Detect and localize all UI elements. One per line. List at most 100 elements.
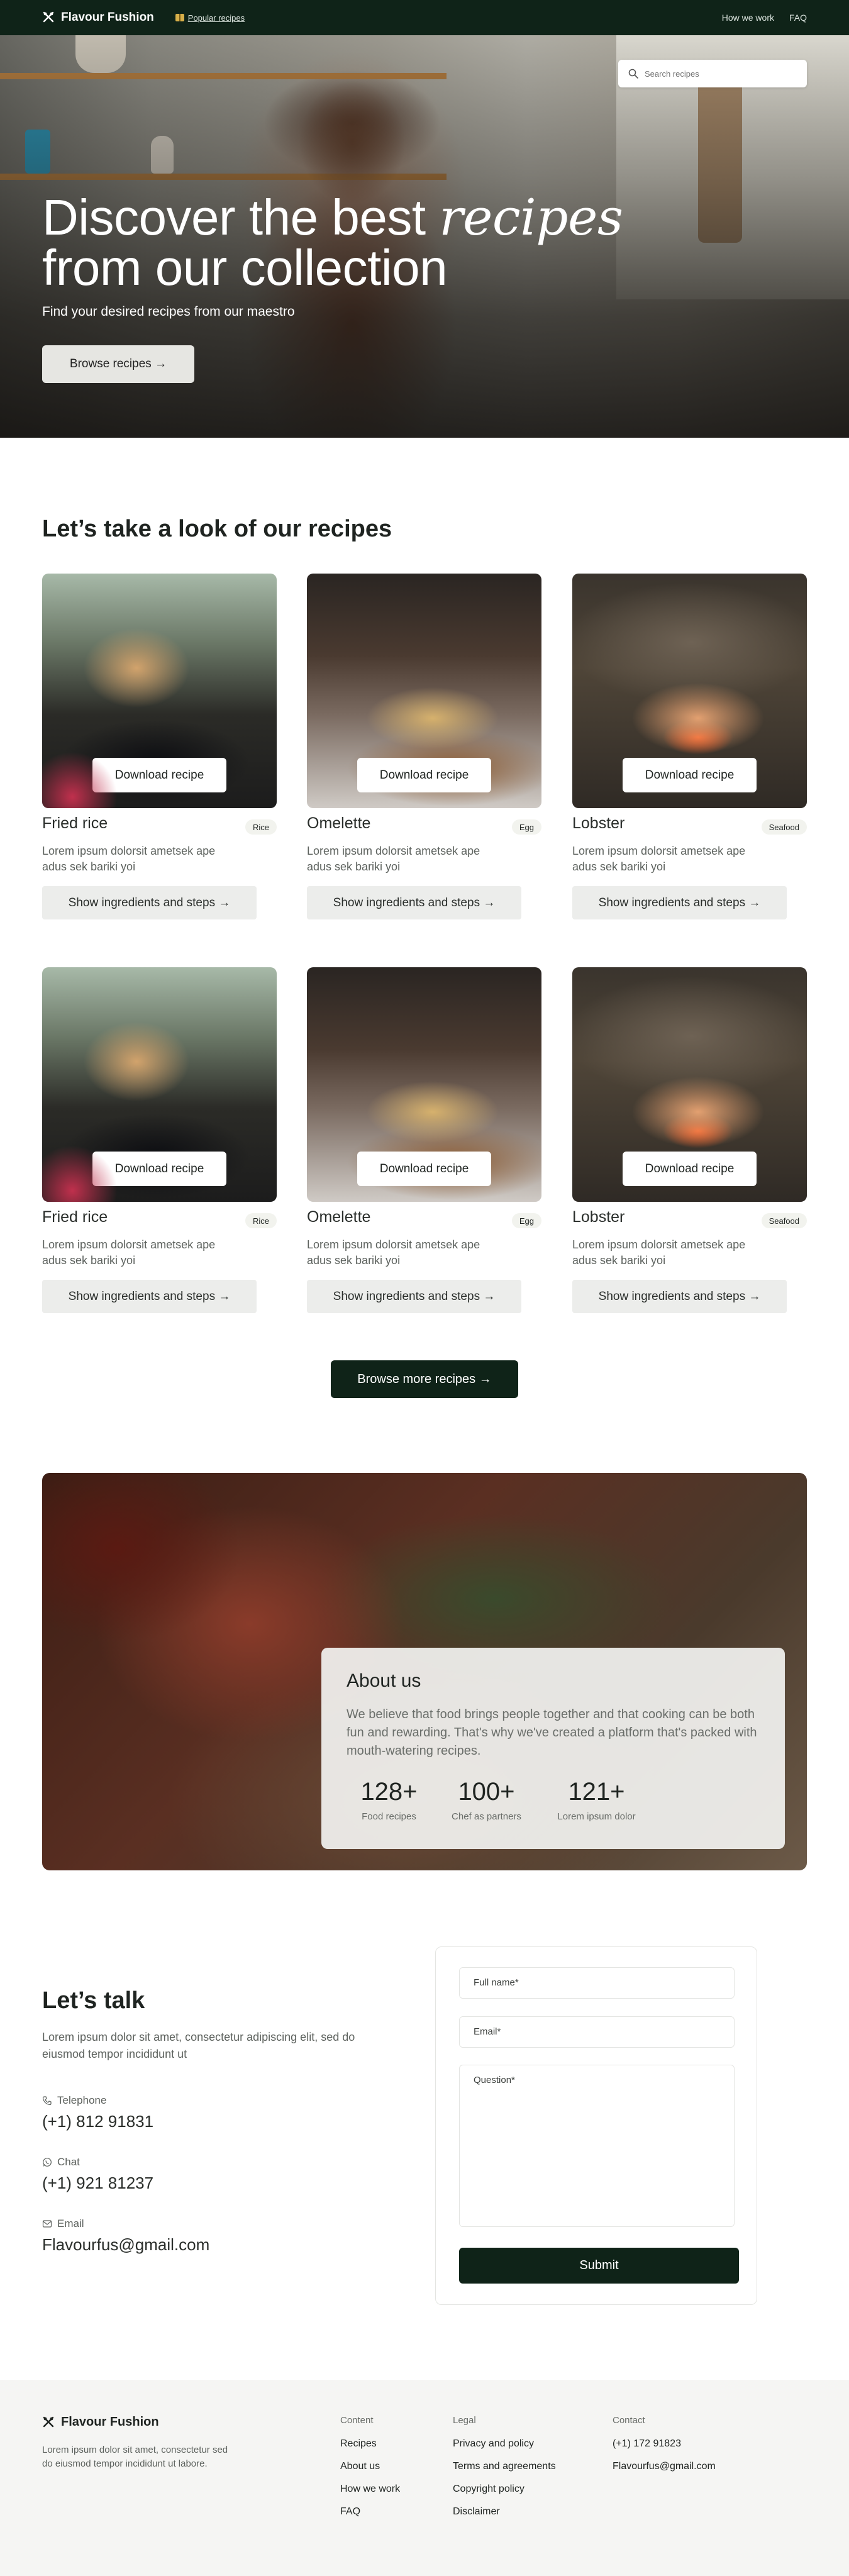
search-box[interactable]	[618, 60, 807, 87]
footer-description: Lorem ipsum dolor sit amet, consectetur …	[42, 2445, 228, 2469]
contact-value[interactable]: Flavourfus@gmail.com	[42, 2235, 209, 2255]
footer-column-legal: Legal Privacy and policy Terms and agree…	[453, 2415, 556, 2529]
recipe-category-badge: Egg	[511, 1213, 541, 1228]
footer-link-privacy[interactable]: Privacy and policy	[453, 2438, 556, 2461]
recipe-card: Download recipe Fried rice Rice Lorem ipsum…	[42, 967, 277, 1313]
recipe-card: Download recipe Fried rice Rice Lorem ipsum…	[42, 574, 277, 919]
hero-title-line2: from our collection	[42, 240, 448, 296]
recipe-card: Download recipe Omelette Egg Lorem ipsum do…	[307, 967, 541, 1313]
stat-value: 100+	[458, 1778, 515, 1806]
question-field[interactable]: Question*	[459, 2065, 735, 2227]
recipe-image-lobster[interactable]: Download recipe	[572, 574, 807, 808]
recipe-category-badge: Egg	[511, 819, 541, 835]
footer-link-faq[interactable]: FAQ	[340, 2506, 400, 2529]
recipe-description: Lorem ipsum dolorsit ametsek ape adus se…	[307, 845, 480, 873]
phone-icon	[42, 2096, 52, 2106]
browse-more-recipes-button[interactable]: Browse more recipes →	[331, 1360, 518, 1398]
nav-links: How we work FAQ	[722, 13, 807, 23]
footer-brand[interactable]: Flavour Fushion	[42, 2415, 159, 2429]
footer-link-recipes[interactable]: Recipes	[340, 2438, 400, 2461]
footer-link-copyright[interactable]: Copyright policy	[453, 2484, 556, 2506]
show-ingredients-button[interactable]: Show ingredients and steps →	[42, 1280, 257, 1313]
download-recipe-button[interactable]: Download recipe	[92, 1152, 226, 1186]
hero-title: Discover the best recipes from our colle…	[42, 192, 623, 293]
recipe-category-badge: Seafood	[761, 819, 807, 835]
utensils-icon	[43, 2416, 54, 2427]
contact-title: Let’s talk	[42, 1987, 145, 2014]
contact-label-text: Telephone	[57, 2094, 107, 2106]
footer-link-how-we-work[interactable]: How we work	[340, 2484, 400, 2506]
download-recipe-button[interactable]: Download recipe	[92, 758, 226, 792]
about-section: About us We believe that food brings peo…	[42, 1473, 807, 1870]
browse-recipes-button[interactable]: Browse recipes →	[42, 345, 194, 383]
recipe-category-badge: Seafood	[761, 1213, 807, 1228]
brand-name: Flavour Fushion	[61, 11, 154, 24]
recipes-section-title: Let’s take a look of our recipes	[42, 516, 392, 542]
brand-logo[interactable]: Flavour Fushion	[42, 11, 154, 25]
footer-column-title: Content	[340, 2415, 374, 2426]
recipe-image-lobster[interactable]: Download recipe	[572, 967, 807, 1202]
stat-value: 128+	[360, 1778, 418, 1806]
download-recipe-button[interactable]: Download recipe	[623, 758, 757, 792]
contact-text: Lorem ipsum dolor sit amet, consectetur …	[42, 2031, 355, 2060]
search-icon	[628, 69, 638, 79]
nav-link-faq[interactable]: FAQ	[789, 13, 807, 23]
recipe-name: Lobster	[572, 1208, 625, 1226]
submit-button[interactable]: Submit	[459, 2248, 739, 2284]
recipe-image-fried-rice[interactable]: Download recipe	[42, 967, 277, 1202]
recipe-image-omelette[interactable]: Download recipe	[307, 574, 541, 808]
recipe-card-header: Omelette Egg	[307, 1206, 541, 1231]
recipe-category-badge: Rice	[245, 1213, 277, 1228]
email-field[interactable]: Email*	[459, 2016, 735, 2048]
contact-value[interactable]: (+1) 921 81237	[42, 2174, 153, 2193]
show-ingredients-button[interactable]: Show ingredients and steps →	[42, 886, 257, 919]
footer-link-about-us[interactable]: About us	[340, 2461, 400, 2484]
recipe-name: Omelette	[307, 814, 371, 832]
utensils-icon	[43, 11, 54, 23]
recipe-image-omelette[interactable]: Download recipe	[307, 967, 541, 1202]
footer-link-terms[interactable]: Terms and agreements	[453, 2461, 556, 2484]
show-ingredients-button[interactable]: Show ingredients and steps →	[307, 1280, 521, 1313]
download-recipe-button[interactable]: Download recipe	[357, 758, 491, 792]
recipe-card: Download recipe Lobster Seafood Lorem ipsum…	[572, 967, 807, 1313]
recipe-name: Omelette	[307, 1208, 371, 1226]
show-ingredients-button[interactable]: Show ingredients and steps →	[307, 886, 521, 919]
recipe-description: Lorem ipsum dolorsit ametsek ape adus se…	[42, 1238, 216, 1267]
stat-label: Chef as partners	[452, 1811, 521, 1822]
contact-value[interactable]: (+1) 812 91831	[42, 2112, 153, 2131]
popular-recipes-link[interactable]: Popular recipes	[175, 13, 245, 23]
recipe-card: Download recipe Lobster Seafood Lorem ipsum…	[572, 574, 807, 919]
footer-column-content: Content Recipes About us How we work FAQ	[340, 2415, 400, 2529]
download-recipe-button[interactable]: Download recipe	[357, 1152, 491, 1186]
footer-contact-phone[interactable]: (+1) 172 91823	[613, 2438, 716, 2461]
nav-link-how-we-work[interactable]: How we work	[722, 13, 774, 23]
contact-label: Telephone	[42, 2094, 153, 2107]
contact-email: Email Flavourfus@gmail.com	[42, 2218, 209, 2255]
recipe-description: Lorem ipsum dolorsit ametsek ape adus se…	[42, 845, 216, 873]
recipe-card-header: Omelette Egg	[307, 812, 541, 837]
recipe-description: Lorem ipsum dolorsit ametsek ape adus se…	[572, 845, 746, 873]
footer-column-title: Contact	[613, 2415, 645, 2426]
show-ingredients-button[interactable]: Show ingredients and steps →	[572, 886, 787, 919]
book-icon	[175, 14, 184, 21]
recipe-image-fried-rice[interactable]: Download recipe	[42, 574, 277, 808]
download-recipe-button[interactable]: Download recipe	[623, 1152, 757, 1186]
footer-link-disclaimer[interactable]: Disclaimer	[453, 2506, 556, 2529]
full-name-field[interactable]: Full name*	[459, 1967, 735, 1999]
contact-label: Email	[42, 2218, 209, 2230]
footer-contact-email[interactable]: Flavourfus@gmail.com	[613, 2461, 716, 2484]
recipe-category-badge: Rice	[245, 819, 277, 835]
footer: Flavour Fushion Lorem ipsum dolor sit am…	[0, 2380, 849, 2576]
recipe-name: Lobster	[572, 814, 625, 832]
footer-column-title: Legal	[453, 2415, 476, 2426]
show-ingredients-button[interactable]: Show ingredients and steps →	[572, 1280, 787, 1313]
stat-chefs: 100+ Chef as partners	[431, 1778, 541, 1822]
stat-value: 121+	[568, 1778, 625, 1806]
mail-icon	[42, 2220, 52, 2228]
recipe-card-header: Fried rice Rice	[42, 812, 277, 837]
popular-recipes-label: Popular recipes	[187, 13, 245, 23]
search-input[interactable]	[645, 69, 789, 79]
footer-brand-name: Flavour Fushion	[61, 2415, 159, 2429]
stat-lorem: 121+ Lorem ipsum dolor	[541, 1778, 652, 1822]
about-stats: 128+ Food recipes 100+ Chef as partners …	[347, 1778, 760, 1822]
